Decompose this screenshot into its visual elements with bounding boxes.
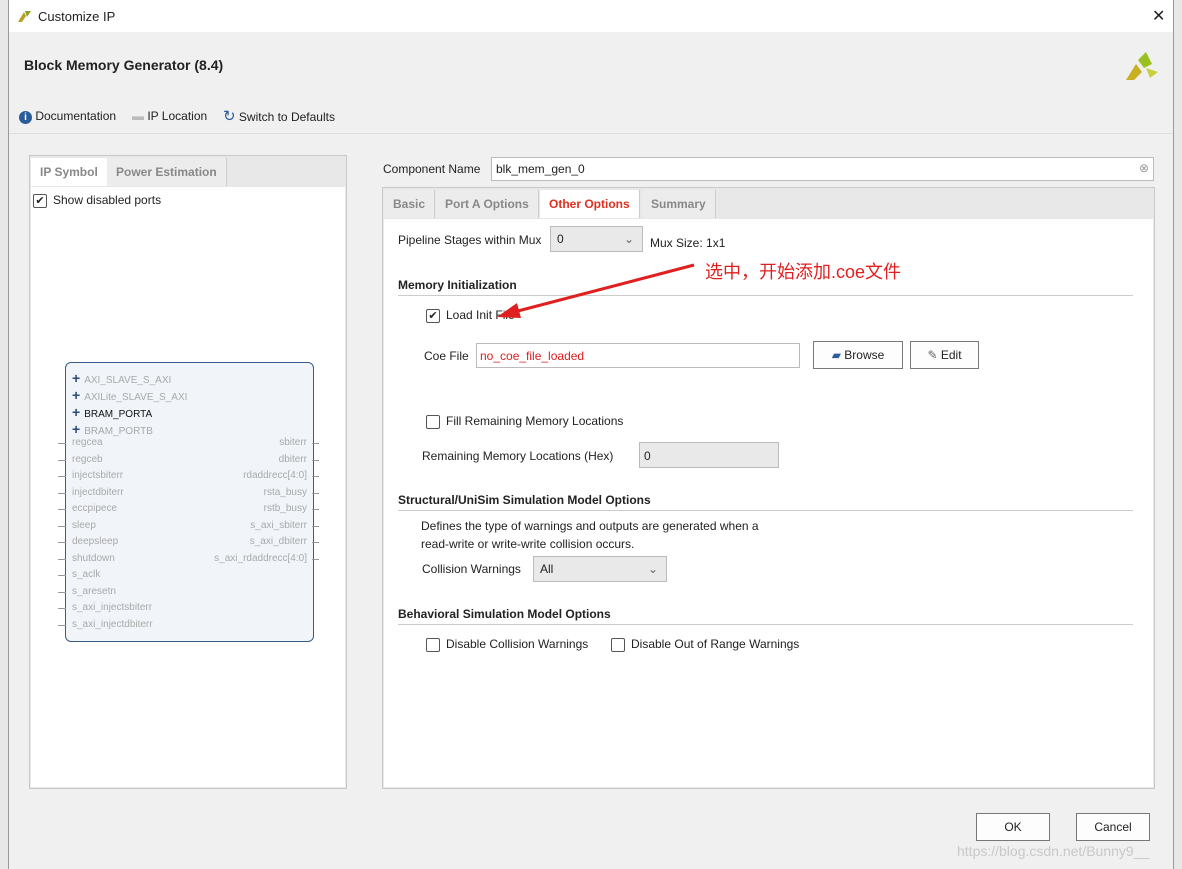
chevron-down-icon: ⌄ [623, 232, 634, 246]
output-port: rstb_busy [263, 503, 320, 514]
tab-other-options[interactable]: Other Options [540, 190, 640, 218]
tab-power-estimation[interactable]: Power Estimation [107, 158, 227, 186]
tab-port-a-options[interactable]: Port A Options [436, 190, 539, 218]
refresh-icon: ↻ [223, 108, 236, 125]
folder-open-icon: ▰ [831, 348, 841, 362]
clear-icon[interactable]: ⊗ [1139, 161, 1149, 175]
output-port: rsta_busy [263, 486, 320, 498]
input-port: s_axi_injectsbiterr [57, 602, 153, 613]
folder-icon: ▬ [132, 109, 144, 123]
edit-button[interactable]: ✎ Edit [910, 341, 979, 369]
bus-port[interactable]: + BRAM_PORTA [72, 404, 152, 420]
documentation-link[interactable]: i Documentation [19, 109, 116, 124]
documentation-label: Documentation [35, 109, 117, 123]
input-port: deepsleep [57, 536, 119, 547]
info-icon: i [19, 111, 32, 124]
remaining-memory-label: Remaining Memory Locations (Hex) [422, 449, 614, 463]
structural-description: read-write or write-write collision occu… [421, 537, 635, 551]
fill-remaining-checkbox[interactable]: Fill Remaining Memory Locations [426, 414, 623, 429]
customize-ip-dialog: Customize IP ✕ Block Memory Generator (8… [8, 0, 1174, 869]
ip-symbol-block: + AXI_SLAVE_S_AXI + AXILite_SLAVE_S_AXI + B… [57, 362, 320, 642]
bus-port[interactable]: + AXILite_SLAVE_S_AXI [72, 387, 187, 403]
mux-size-label: Mux Size: 1x1 [650, 236, 726, 250]
pipeline-stages-select[interactable]: 0 ⌄ [550, 226, 643, 252]
disable-collision-checkbox[interactable]: Disable Collision Warnings [426, 637, 588, 652]
ip-symbol-panel: IP Symbol Power Estimation ✔ Show disable… [29, 155, 347, 789]
coe-file-input[interactable]: no_coe_file_loaded [476, 343, 800, 368]
input-port: eccpipece [57, 503, 118, 514]
coe-file-label: Coe File [424, 349, 469, 363]
page-title: Block Memory Generator (8.4) [24, 57, 224, 73]
xilinx-logo-icon [1126, 52, 1158, 80]
pipeline-label: Pipeline Stages within Mux [398, 233, 542, 247]
input-port: regcea [58, 437, 103, 448]
title-bar: Customize IP ✕ [9, 0, 1173, 32]
tab-summary[interactable]: Summary [642, 190, 716, 218]
structural-options-heading: Structural/UniSim Simulation Model Optio… [398, 493, 1133, 511]
checkbox-checked[interactable]: ✔ [33, 193, 47, 208]
switch-defaults-label: Switch to Defaults [238, 110, 335, 124]
annotation-arrow [497, 263, 695, 318]
input-port: s_axi_injectdbiterr [58, 618, 153, 630]
browse-button[interactable]: ▰ Browse [813, 341, 903, 369]
input-port: sleep [58, 519, 96, 531]
tab-basic[interactable]: Basic [384, 190, 436, 218]
edit-icon: ✎ [927, 348, 938, 362]
output-port: dbiterr [278, 453, 320, 465]
input-port: injectsbiterr [57, 470, 124, 481]
component-name-label: Component Name [383, 162, 481, 176]
show-disabled-ports-checkbox[interactable]: ✔ Show disabled ports [33, 193, 161, 208]
collision-warnings-label: Collision Warnings [422, 562, 521, 576]
remaining-memory-input[interactable]: 0 [639, 442, 779, 468]
cancel-button[interactable]: Cancel [1076, 813, 1150, 841]
disable-out-of-range-checkbox[interactable]: Disable Out of Range Warnings [611, 637, 799, 652]
ok-button[interactable]: OK [976, 813, 1050, 841]
output-port: rdaddrecc[4:0] [243, 470, 319, 481]
behavioral-options-heading: Behavioral Simulation Model Options [398, 607, 1133, 625]
bus-port[interactable]: + BRAM_PORTB [72, 421, 153, 437]
show-disabled-ports-label: Show disabled ports [53, 193, 162, 207]
xilinx-logo-icon [18, 11, 31, 22]
structural-description: Defines the type of warnings and outputs… [421, 519, 759, 533]
output-port: s_axi_dbiterr [249, 536, 320, 547]
output-port: s_axi_sbiterr [250, 519, 319, 531]
switch-to-defaults-link[interactable]: ↻ Switch to Defaults [223, 107, 335, 125]
watermark: https://blog.csdn.net/Bunny9__ [957, 843, 1150, 859]
annotation-text: 选中，开始添加.coe文件 [705, 262, 902, 282]
input-port: injectdbiterr [58, 486, 124, 498]
close-button[interactable]: ✕ [1152, 6, 1165, 26]
ip-location-link[interactable]: ▬ IP Location [132, 109, 207, 123]
ip-location-label: IP Location [147, 109, 208, 123]
output-port: s_axi_rdaddrecc[4:0] [214, 552, 319, 564]
chevron-down-icon: ⌄ [647, 562, 658, 576]
output-port: sbiterr [279, 437, 319, 448]
window-title: Customize IP [38, 9, 116, 24]
input-port: s_aresetn [58, 585, 116, 597]
input-port: s_aclk [57, 569, 101, 580]
component-name-input[interactable]: blk_mem_gen_0 ⊗ [491, 157, 1154, 181]
input-port: regceb [58, 453, 103, 465]
tab-ip-symbol[interactable]: IP Symbol [31, 158, 108, 186]
collision-warnings-select[interactable]: All ⌄ [533, 556, 667, 582]
bus-port[interactable]: + AXI_SLAVE_S_AXI [72, 370, 171, 386]
input-port: shutdown [58, 552, 115, 564]
